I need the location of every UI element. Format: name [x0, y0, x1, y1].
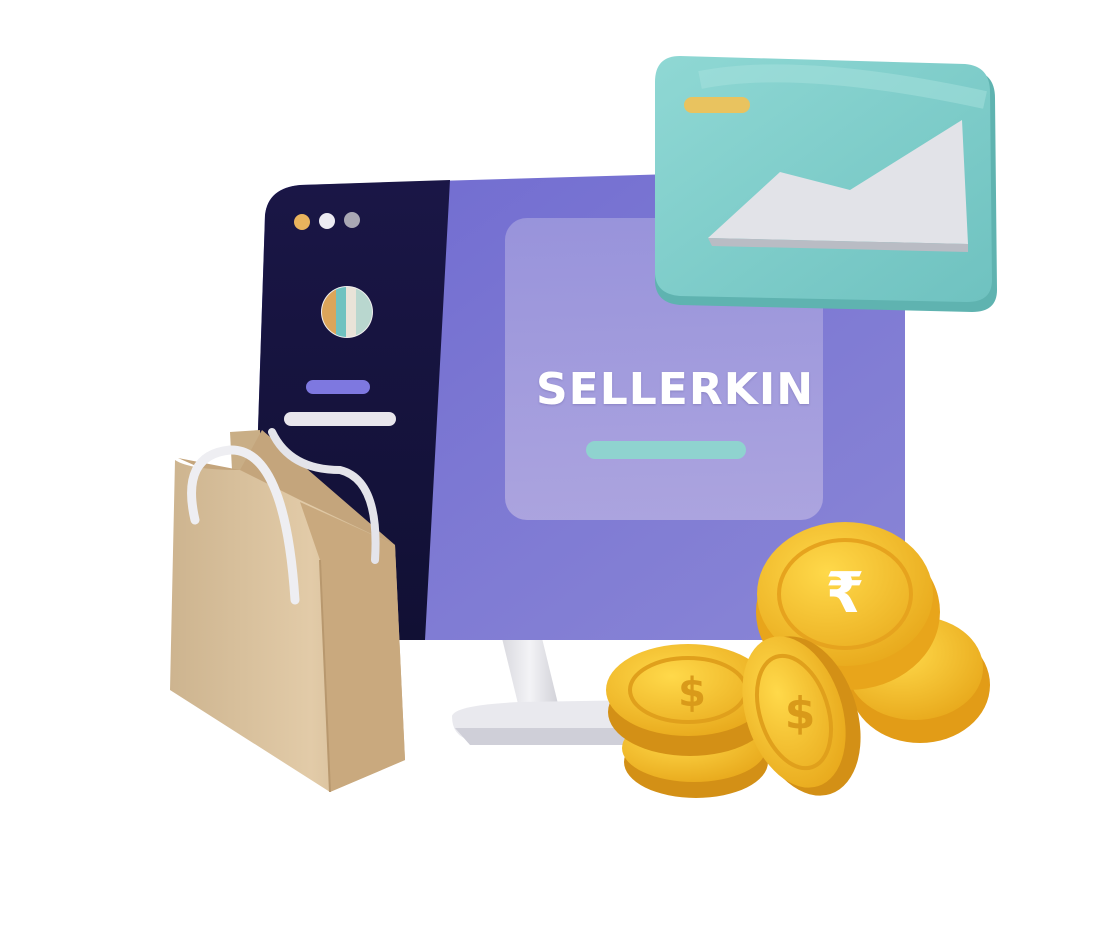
window-dot-orange	[294, 214, 310, 230]
window-dot-white	[319, 213, 335, 229]
sidebar-bar-white	[284, 412, 396, 426]
rupee-icon: ₹	[826, 561, 865, 626]
sidebar-bar-purple	[306, 380, 370, 394]
dollar-icon: $	[678, 670, 706, 716]
brand-title: SELLERKIN	[535, 364, 815, 415]
dollar-icon: $	[785, 688, 816, 739]
window-dots	[294, 212, 360, 230]
chart-card	[655, 56, 997, 312]
chart-card-bar	[684, 97, 750, 113]
window-dot-grey	[344, 212, 360, 228]
brand-card-bar	[586, 441, 746, 459]
illustration-canvas: ₹ $ $	[170, 56, 997, 798]
illustration-stage: ₹ $ $ SELLERKIN	[0, 0, 1094, 925]
